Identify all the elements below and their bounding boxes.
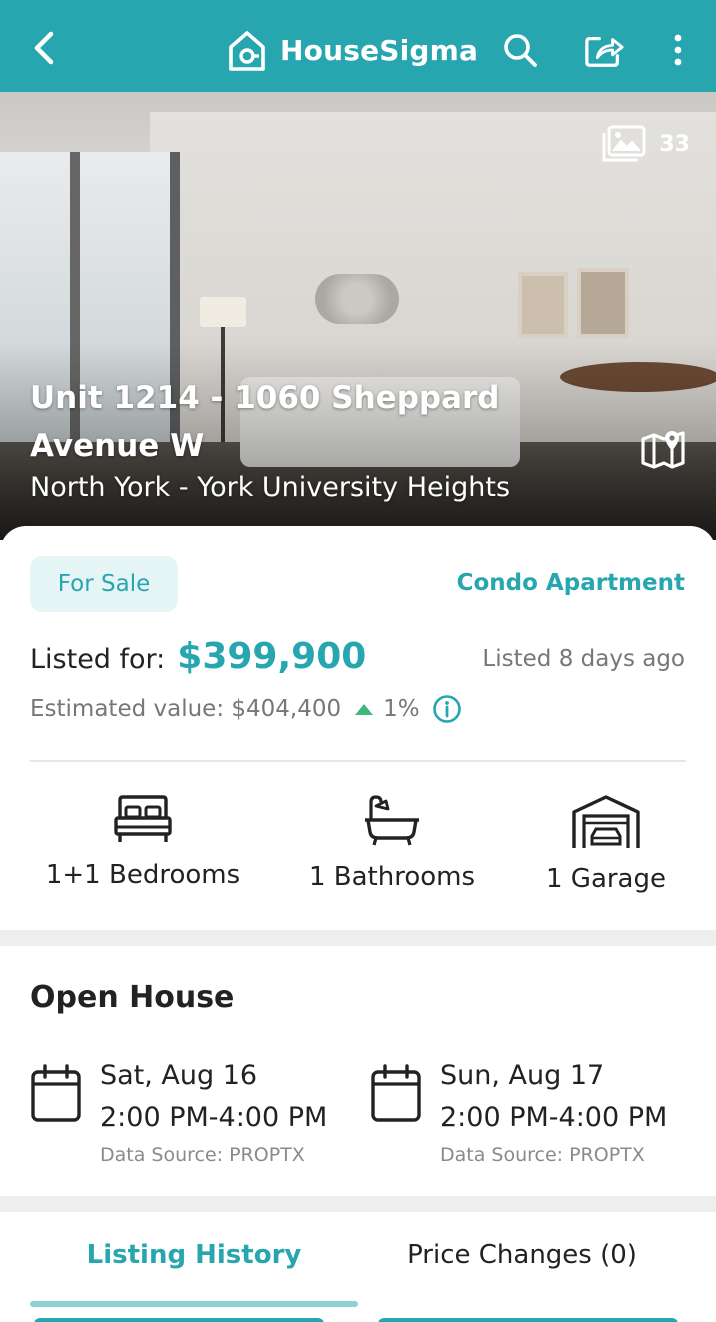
- property-type: Condo Apartment: [456, 570, 685, 596]
- back-button[interactable]: [22, 26, 66, 70]
- garage-icon: [572, 795, 640, 848]
- estimated-value: Estimated value: $404,400: [30, 696, 342, 722]
- listed-ago: Listed 8 days ago: [482, 646, 685, 672]
- history-action-button[interactable]: [378, 1318, 678, 1322]
- divider: [30, 760, 686, 762]
- estimated-value-row: Estimated value: $404,400 1%: [30, 694, 462, 724]
- house-logo-icon: [229, 31, 265, 71]
- top-app-bar: HouseSigma: [0, 0, 716, 92]
- open-house-day: Sat, Aug 16: [100, 1060, 258, 1091]
- active-tab-indicator: [30, 1301, 358, 1307]
- open-house-day: Sun, Aug 17: [440, 1060, 605, 1091]
- price-row: Listed for: $399,900: [30, 636, 366, 677]
- open-house-title: Open House: [30, 980, 235, 1015]
- open-house-time: 2:00 PM-4:00 PM: [100, 1102, 328, 1133]
- history-action-button[interactable]: [34, 1318, 324, 1322]
- estimated-change: 1%: [383, 696, 420, 722]
- brand-name: HouseSigma: [280, 33, 479, 67]
- listing-summary-card: For Sale Condo Apartment Listed for: $39…: [0, 526, 716, 930]
- map-icon: [641, 431, 685, 469]
- more-button[interactable]: [658, 30, 698, 70]
- listing-address: Unit 1214 - 1060 Sheppard Avenue W: [30, 380, 500, 464]
- listing-photo[interactable]: 33 Unit 1214 - 1060 Sheppard Avenue W No…: [0, 92, 716, 540]
- feature-label: 1 Bathrooms: [308, 862, 476, 892]
- feature-garage: 1 Garage: [536, 794, 676, 894]
- share-icon: [585, 36, 624, 67]
- bed-icon: [114, 795, 172, 842]
- feature-bathrooms: 1 Bathrooms: [300, 794, 484, 892]
- listed-for-label: Listed for:: [30, 644, 166, 675]
- image-gallery-icon: [602, 125, 646, 162]
- open-house-time: 2:00 PM-4:00 PM: [440, 1102, 668, 1133]
- calendar-icon: [31, 1064, 81, 1122]
- calendar-icon: [371, 1064, 421, 1122]
- photo-count-button[interactable]: 33: [601, 124, 690, 164]
- feature-label: 1+1 Bedrooms: [45, 860, 241, 890]
- open-house-item[interactable]: Sun, Aug 17 2:00 PM-4:00 PM Data Source:…: [370, 1056, 667, 1170]
- brand[interactable]: HouseSigma: [226, 26, 478, 74]
- feature-label: 1 Garage: [545, 864, 666, 894]
- data-source: Data Source: PROPTX: [440, 1144, 645, 1166]
- data-source: Data Source: PROPTX: [100, 1144, 305, 1166]
- bathtub-icon: [365, 795, 419, 846]
- tab-price-changes[interactable]: Price Changes (0): [358, 1240, 686, 1270]
- map-button[interactable]: [636, 424, 690, 474]
- feature-bedrooms: 1+1 Bedrooms: [42, 794, 244, 890]
- search-icon: [504, 34, 537, 67]
- chevron-left-icon: [34, 31, 54, 65]
- listing-community: North York - York University Heights: [30, 472, 511, 503]
- section-separator: [0, 930, 716, 946]
- open-house-item[interactable]: Sat, Aug 16 2:00 PM-4:00 PM Data Source:…: [30, 1056, 327, 1170]
- more-vertical-icon: [674, 34, 682, 66]
- listing-price: $399,900: [177, 636, 367, 677]
- status-badge: For Sale: [30, 556, 178, 612]
- share-button[interactable]: [584, 30, 624, 70]
- section-separator: [0, 1196, 716, 1212]
- photo-count: 33: [659, 131, 690, 157]
- info-icon[interactable]: [432, 694, 462, 724]
- trend-up-icon: [355, 703, 374, 715]
- tab-listing-history[interactable]: Listing History: [30, 1240, 358, 1270]
- search-button[interactable]: [500, 30, 540, 70]
